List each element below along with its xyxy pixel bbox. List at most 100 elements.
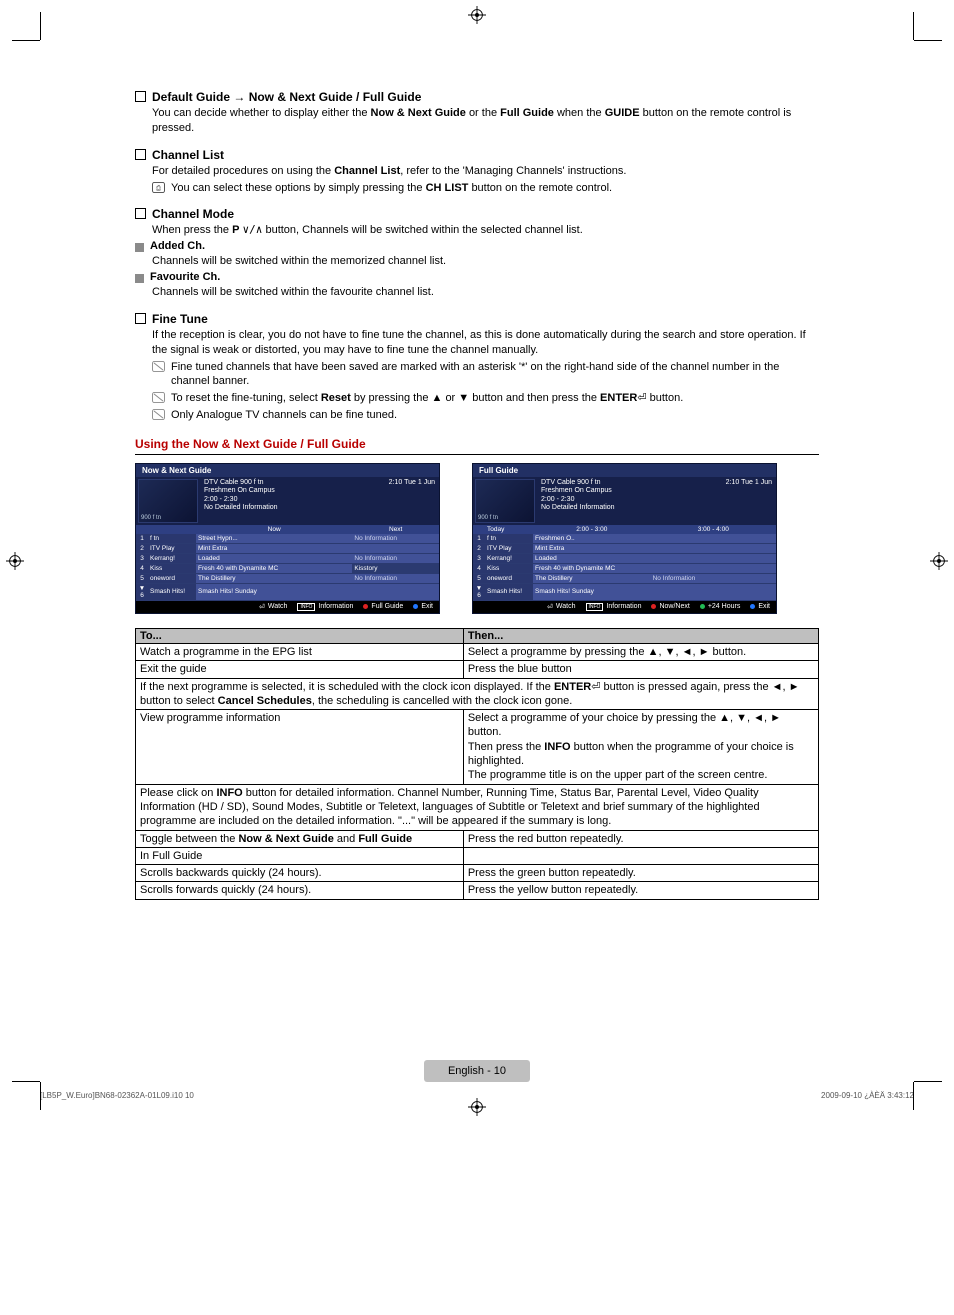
note: Fine tuned channels that have been saved… (152, 360, 819, 390)
cell-to: In Full Guide (136, 847, 464, 864)
body-text: You can decide whether to display either… (135, 106, 819, 136)
blue-dot-icon (413, 604, 418, 609)
cell-then (463, 847, 818, 864)
bullet-square-icon (135, 274, 144, 283)
print-code-right: 2009-09-10 ¿ÀÈÄ 3:43:12 (821, 1091, 914, 1100)
screenshot-footer: ⏎Watch INFOInformation Now/Next +24 Hour… (473, 601, 776, 613)
table-row: In Full Guide (136, 847, 819, 864)
note: To reset the fine-tuning, select Reset b… (152, 391, 819, 406)
crop-mark (12, 1081, 40, 1082)
table-row: Scrolls forwards quickly (24 hours). Pre… (136, 882, 819, 899)
screenshot-full-guide: Full Guide 900 f tn DTV Cable 900 f tn2:… (472, 463, 777, 614)
heading-text: Channel List (152, 148, 224, 162)
table-row: Watch a programme in the EPG list Select… (136, 643, 819, 660)
cell-to: Watch a programme in the EPG list (136, 643, 464, 660)
body-text: For detailed procedures on using the Cha… (135, 164, 819, 196)
cell-then: Select a programme of your choice by pre… (463, 710, 818, 784)
crop-mark (40, 12, 41, 40)
sub-heading: Added Ch. (135, 240, 819, 252)
cell-then: Press the yellow button repeatedly. (463, 882, 818, 899)
info-icon: INFO (586, 603, 604, 611)
cell-then: Press the red button repeatedly. (463, 830, 818, 847)
body-text: When press the P ∨/∧ button, Channels wi… (135, 223, 819, 238)
bullet-square-outline-icon (135, 208, 146, 219)
enter-icon: ⏎ (547, 603, 553, 611)
red-dot-icon (363, 604, 368, 609)
body-text: If the reception is clear, you do not ha… (135, 328, 819, 423)
cell-note: Please click on INFO button for detailed… (136, 784, 819, 830)
note-icon (152, 392, 165, 403)
table-header-then: Then... (463, 628, 818, 643)
cell-to: View programme information (136, 710, 464, 784)
crop-mark (914, 40, 942, 41)
heading: Channel Mode (135, 207, 819, 221)
bullet-square-icon (135, 243, 144, 252)
preview-thumbnail: 900 f tn (475, 479, 535, 523)
green-dot-icon (700, 604, 705, 609)
screenshot-now-next-guide: Now & Next Guide 900 f tn DTV Cable 900 … (135, 463, 440, 614)
programme-grid: Today2:00 - 3:003:00 - 4:00 1f tnFreshme… (473, 525, 776, 601)
note-text: Only Analogue TV channels can be fine tu… (171, 408, 397, 423)
heading-text: Default Guide → Now & Next Guide / Full … (152, 90, 421, 104)
crop-mark (40, 1082, 41, 1110)
note-text: To reset the fine-tuning, select Reset b… (171, 391, 683, 406)
heading: Fine Tune (135, 312, 819, 326)
table-row: Toggle between the Now & Next Guide and … (136, 830, 819, 847)
note-icon (152, 361, 165, 372)
print-code-left: [LB5P_W.Euro]BN68-02362A-01L09.i10 10 (40, 1091, 194, 1100)
registration-mark-icon (930, 552, 948, 570)
cell-to: Scrolls backwards quickly (24 hours). (136, 865, 464, 882)
remote-button-icon: ⎙ (152, 182, 165, 193)
note: ⎙ You can select these options by simply… (152, 181, 819, 196)
cell-to: Toggle between the Now & Next Guide and … (136, 830, 464, 847)
registration-mark-icon (6, 552, 24, 570)
section-default-guide: Default Guide → Now & Next Guide / Full … (135, 90, 819, 136)
heading-text: Channel Mode (152, 207, 234, 221)
page-footer: English - 10 (135, 1060, 819, 1082)
screenshot-footer: ⏎Watch INFOInformation Full Guide Exit (136, 601, 439, 613)
blue-dot-icon (750, 604, 755, 609)
crop-mark (12, 40, 40, 41)
section-channel-mode: Channel Mode When press the P ∨/∧ button… (135, 207, 819, 300)
body-text: Channels will be switched within the fav… (135, 285, 819, 300)
svg-text:⎙: ⎙ (156, 184, 162, 191)
heading-text: Fine Tune (152, 312, 208, 326)
section-title-using: Using the Now & Next Guide / Full Guide (135, 437, 819, 455)
instruction-table: To... Then... Watch a programme in the E… (135, 628, 819, 900)
preview-thumbnail: 900 f tn (138, 479, 198, 523)
registration-mark-icon (468, 6, 486, 24)
screenshot-header: Full Guide (473, 464, 776, 477)
note-icon (152, 409, 165, 420)
enter-icon: ⏎ (637, 392, 646, 404)
page-number-pill: English - 10 (424, 1060, 530, 1082)
programme-grid: NowNext 1f tnStreet Hypn...No Informatio… (136, 525, 439, 601)
screenshot-header: Now & Next Guide (136, 464, 439, 477)
cell-then: Press the green button repeatedly. (463, 865, 818, 882)
cell-note: If the next programme is selected, it is… (136, 678, 819, 710)
table-row: Scrolls backwards quickly (24 hours). Pr… (136, 865, 819, 882)
programme-meta: DTV Cable 900 f tn2:10 Tue 1 Jun Freshme… (200, 477, 439, 525)
section-channel-list: Channel List For detailed procedures on … (135, 148, 819, 196)
enter-icon: ⏎ (259, 603, 265, 611)
cell-then: Select a programme by pressing the ▲, ▼,… (463, 643, 818, 660)
subheading-text: Favourite Ch. (150, 271, 220, 283)
table-row: Exit the guide Press the blue button (136, 661, 819, 678)
document-body: Default Guide → Now & Next Guide / Full … (0, 0, 954, 1082)
red-dot-icon (651, 604, 656, 609)
table-header-to: To... (136, 628, 464, 643)
cell-then: Press the blue button (463, 661, 818, 678)
crop-mark (913, 12, 914, 40)
table-row-span: If the next programme is selected, it is… (136, 678, 819, 710)
sub-heading: Favourite Ch. (135, 271, 819, 283)
body-text: Channels will be switched within the mem… (135, 254, 819, 269)
subheading-text: Added Ch. (150, 240, 205, 252)
heading: Default Guide → Now & Next Guide / Full … (135, 90, 819, 104)
note-text: Fine tuned channels that have been saved… (171, 360, 819, 390)
section-fine-tune: Fine Tune If the reception is clear, you… (135, 312, 819, 423)
enter-icon: ⏎ (591, 681, 600, 693)
guide-screenshots: Now & Next Guide 900 f tn DTV Cable 900 … (135, 463, 819, 614)
bullet-square-outline-icon (135, 91, 146, 102)
crop-mark (914, 1081, 942, 1082)
cell-to: Scrolls forwards quickly (24 hours). (136, 882, 464, 899)
table-row: View programme information Select a prog… (136, 710, 819, 784)
